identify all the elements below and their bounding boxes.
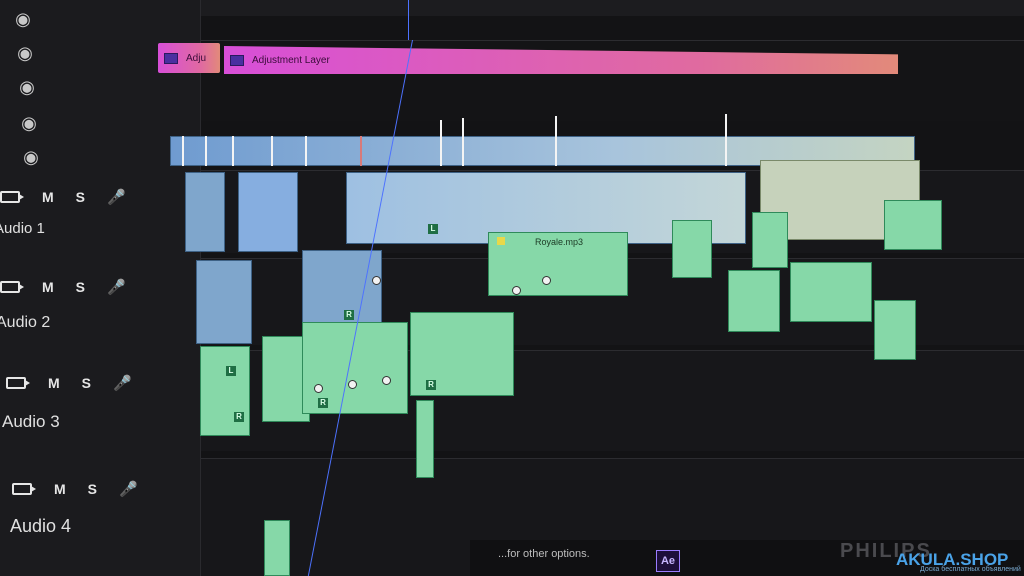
solo-button[interactable]: S [76,279,85,295]
watermark-tagline: Доска бесплатных объявлений [920,566,1021,573]
keyframe[interactable] [542,276,551,285]
track-name: Audio 1 [0,220,45,237]
edit-point [725,114,727,166]
solo-button[interactable]: S [82,375,91,391]
mute-button[interactable]: M [42,189,54,205]
edit-point [271,136,273,166]
channel-right: R [318,398,328,408]
playhead-top[interactable] [408,0,409,40]
edit-point [205,136,207,166]
fx-icon [230,54,244,66]
audio-clip[interactable] [185,172,225,252]
track-name: Audio 2 [0,314,51,331]
keyframe[interactable] [348,380,357,389]
edit-point [305,136,307,166]
eye-icon[interactable] [10,12,36,26]
keyframe[interactable] [512,286,521,295]
edit-point [462,118,464,166]
audio-clip[interactable] [672,220,712,278]
fx-icon [164,52,178,64]
audio-clip[interactable] [238,172,298,252]
audio-3-controls: M S 🎤 [6,374,132,392]
audio-2-controls: M S 🎤 [0,278,126,296]
audio-clip[interactable] [884,200,942,250]
channel-left: L [428,224,438,234]
channel-right: R [344,310,354,320]
audio-clip[interactable] [196,260,252,344]
premiere-timeline: M S 🎤 Audio 1 M S 🎤 Audio 2 M S 🎤 Audio … [0,0,1024,576]
clip-label: Adju [186,52,207,64]
camera-icon[interactable] [12,483,36,495]
camera-icon[interactable] [0,191,24,203]
audio-clip[interactable] [790,262,872,322]
channel-right: R [426,380,436,390]
camera-icon[interactable] [6,377,30,389]
edit-point [555,116,557,166]
mute-button[interactable]: M [42,279,54,295]
audio-clip[interactable] [416,400,434,478]
audio-clip[interactable] [200,346,250,436]
time-ruler[interactable] [200,0,1024,16]
channel-left: L [226,366,236,376]
adjustment-clip-short[interactable]: Adju [158,43,220,73]
eye-icon[interactable] [12,46,38,60]
track-name: Audio 3 [2,412,60,431]
track-headers: M S 🎤 Audio 1 M S 🎤 Audio 2 M S 🎤 Audio … [0,0,201,576]
audio-clip[interactable] [302,250,382,330]
audio-1-controls: M S 🎤 [0,188,126,206]
mic-icon[interactable]: 🎤 [119,480,138,498]
mic-icon[interactable]: 🎤 [113,374,132,392]
mute-button[interactable]: M [54,481,66,497]
edit-point [232,136,234,166]
eye-icon[interactable] [16,116,42,130]
fx-badge-icon [497,237,505,245]
clip-name: Royale.mp3 [535,237,584,247]
mute-button[interactable]: M [48,375,60,391]
audio-clip[interactable] [264,520,290,576]
audio-clip[interactable] [728,270,780,332]
edit-point [440,120,442,166]
mic-icon[interactable]: 🎤 [107,188,126,206]
keyframe[interactable] [314,384,323,393]
keyframe[interactable] [372,276,381,285]
clip-label: Adjustment Layer [252,54,330,66]
solo-button[interactable]: S [88,481,97,497]
audio-4-controls: M S 🎤 [12,480,138,498]
track-name: Audio 4 [10,516,72,536]
keyframe[interactable] [382,376,391,385]
after-effects-icon[interactable]: Ae [656,550,680,572]
eye-icon[interactable] [14,80,40,94]
edit-point [360,136,362,166]
solo-button[interactable]: S [76,189,85,205]
channel-right: R [234,412,244,422]
audio-clip[interactable] [874,300,916,360]
audio-clip[interactable] [752,212,788,268]
eye-icon[interactable] [18,150,44,164]
audio-clip-royale[interactable]: Royale.mp3 [488,232,628,296]
status-tooltip: ...for other options. [498,548,590,560]
edit-point [182,136,184,166]
mic-icon[interactable]: 🎤 [107,278,126,296]
camera-icon[interactable] [0,281,24,293]
